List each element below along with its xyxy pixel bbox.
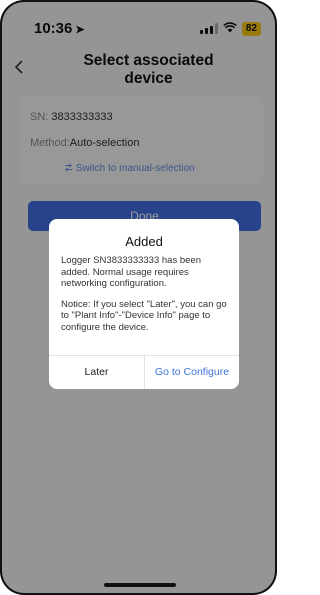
home-indicator[interactable]: [104, 583, 176, 587]
dialog-message: Logger SN3833333333 has been added. Norm…: [61, 255, 229, 342]
dialog-title: Added: [125, 234, 163, 249]
phone-screen: 10:36 ➤ 82 Select associated device SN: 3…: [0, 0, 277, 595]
go-to-configure-button[interactable]: Go to Configure: [145, 356, 239, 389]
added-dialog: Added Logger SN3833333333 has been added…: [49, 219, 239, 389]
dialog-message-text: Logger SN3833333333 has been added. Norm…: [61, 255, 201, 289]
dialog-notice-text: Notice: If you select "Later", you can g…: [61, 298, 227, 333]
later-button[interactable]: Later: [49, 356, 144, 389]
